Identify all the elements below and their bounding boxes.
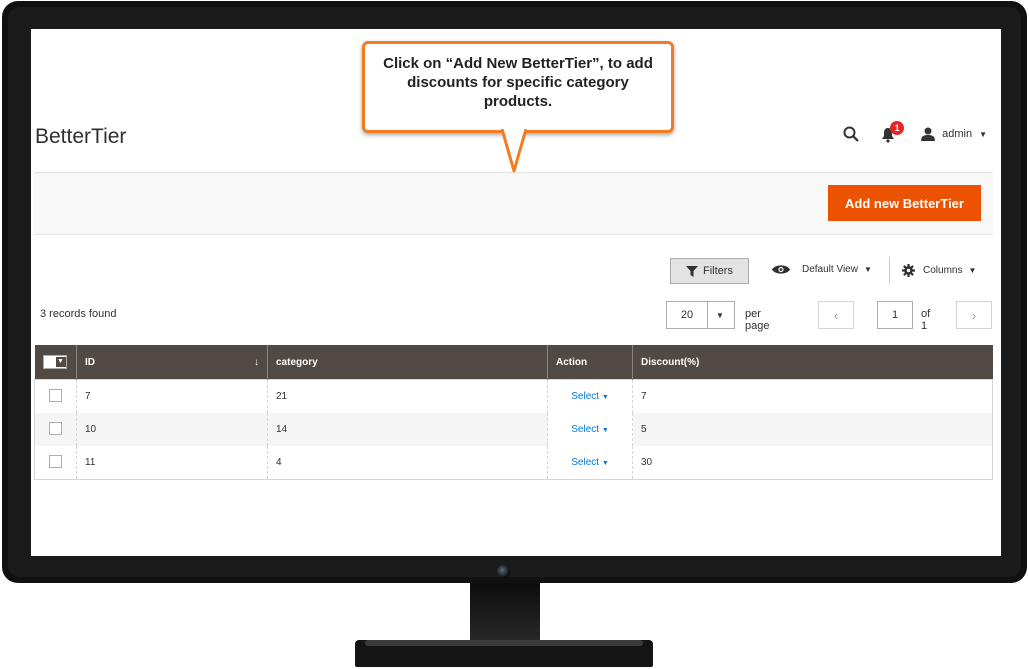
column-header-id[interactable]: ID ↓	[76, 345, 268, 380]
sort-arrow-icon: ↓	[254, 356, 259, 368]
columns-label: Columns	[923, 265, 963, 276]
row-action-select[interactable]: Select ▼	[571, 391, 609, 402]
column-header-action: Action	[547, 345, 633, 380]
view-dropdown[interactable]: Default View ▼	[772, 264, 872, 275]
add-new-bettertier-button[interactable]: Add new BetterTier	[828, 185, 981, 221]
tutorial-callout: Click on “Add New BetterTier”, to add di…	[362, 41, 674, 133]
mass-action-header[interactable]: ▼	[34, 345, 77, 380]
gear-icon	[902, 264, 915, 277]
row-action-select[interactable]: Select ▼	[571, 424, 609, 435]
chevron-down-icon: ▼	[55, 356, 66, 367]
chevron-down-icon: ▼	[601, 460, 609, 467]
row-action-select[interactable]: Select ▼	[571, 457, 609, 468]
chevron-down-icon: ▼	[601, 394, 609, 401]
table-row: 11 4 Select ▼ 30	[34, 446, 993, 480]
row-checkbox[interactable]	[49, 421, 62, 435]
row-checkbox[interactable]	[49, 388, 62, 402]
screen: BetterTier 1 admin ▼ Add new BetterTier …	[31, 29, 1001, 556]
user-menu[interactable]: admin ▼	[921, 127, 987, 141]
chevron-down-icon: ▼	[863, 265, 872, 274]
records-found: 3 records found	[40, 308, 117, 320]
toolbar-divider	[889, 257, 890, 284]
chevron-down-icon: ▼	[716, 310, 724, 320]
cell-discount: 5	[632, 413, 993, 446]
chevron-left-icon: ‹	[833, 307, 839, 323]
table-row: 7 21 Select ▼ 7	[34, 379, 993, 413]
page-actions-bar: Add new BetterTier	[34, 172, 993, 235]
page-title: BetterTier	[35, 125, 127, 148]
cell-category: 4	[267, 446, 548, 480]
grid-header-row: ▼ ID ↓ category Action Discount(%)	[34, 345, 993, 380]
cell-category: 21	[267, 379, 548, 413]
per-page-dropdown-button[interactable]: ▼	[706, 301, 735, 329]
current-page-input[interactable]: 1	[877, 301, 913, 329]
next-page-button[interactable]: ›	[956, 301, 992, 329]
column-header-discount[interactable]: Discount(%)	[632, 345, 993, 380]
chevron-down-icon: ▼	[979, 129, 987, 139]
monitor-stand-base-highlight	[365, 640, 643, 646]
search-icon[interactable]	[843, 126, 859, 142]
callout-text: Click on “Add New BetterTier”, to add di…	[383, 55, 653, 110]
per-page-input[interactable]: 20	[666, 301, 708, 329]
cell-id: 10	[76, 413, 268, 446]
notifications-button[interactable]: 1	[881, 121, 905, 143]
cell-id: 11	[76, 446, 268, 480]
cell-id: 7	[76, 379, 268, 413]
total-pages-label: of 1	[921, 308, 931, 332]
user-icon	[921, 127, 936, 141]
view-label: Default View	[802, 264, 858, 275]
row-checkbox[interactable]	[49, 454, 62, 468]
cell-category: 14	[267, 413, 548, 446]
per-page-label: per page	[745, 308, 770, 332]
table-row: 10 14 Select ▼ 5	[34, 413, 993, 446]
previous-page-button[interactable]: ‹	[818, 301, 854, 329]
header-actions: 1 admin ▼	[843, 121, 987, 145]
filters-button[interactable]: Filters	[670, 258, 749, 284]
cell-discount: 30	[632, 446, 993, 480]
filters-label: Filters	[703, 265, 733, 277]
user-name: admin	[942, 128, 973, 140]
column-header-category[interactable]: category	[267, 345, 548, 380]
filter-icon	[686, 265, 699, 277]
grid-toolbar: Filters Default View ▼ Columns ▼	[31, 257, 993, 287]
columns-dropdown[interactable]: Columns ▼	[902, 264, 976, 277]
webcam-icon	[497, 565, 510, 578]
chevron-right-icon: ›	[971, 307, 977, 323]
chevron-down-icon: ▼	[968, 266, 977, 275]
data-grid: ▼ ID ↓ category Action Discount(%) 7 21 S…	[34, 345, 993, 480]
mass-select-checkbox[interactable]: ▼	[42, 354, 67, 369]
notification-badge: 1	[890, 121, 905, 135]
chevron-down-icon: ▼	[601, 427, 609, 434]
monitor-stand-neck	[470, 583, 540, 645]
cell-discount: 7	[632, 379, 993, 413]
callout-pointer	[501, 129, 527, 173]
eye-icon	[772, 265, 790, 274]
